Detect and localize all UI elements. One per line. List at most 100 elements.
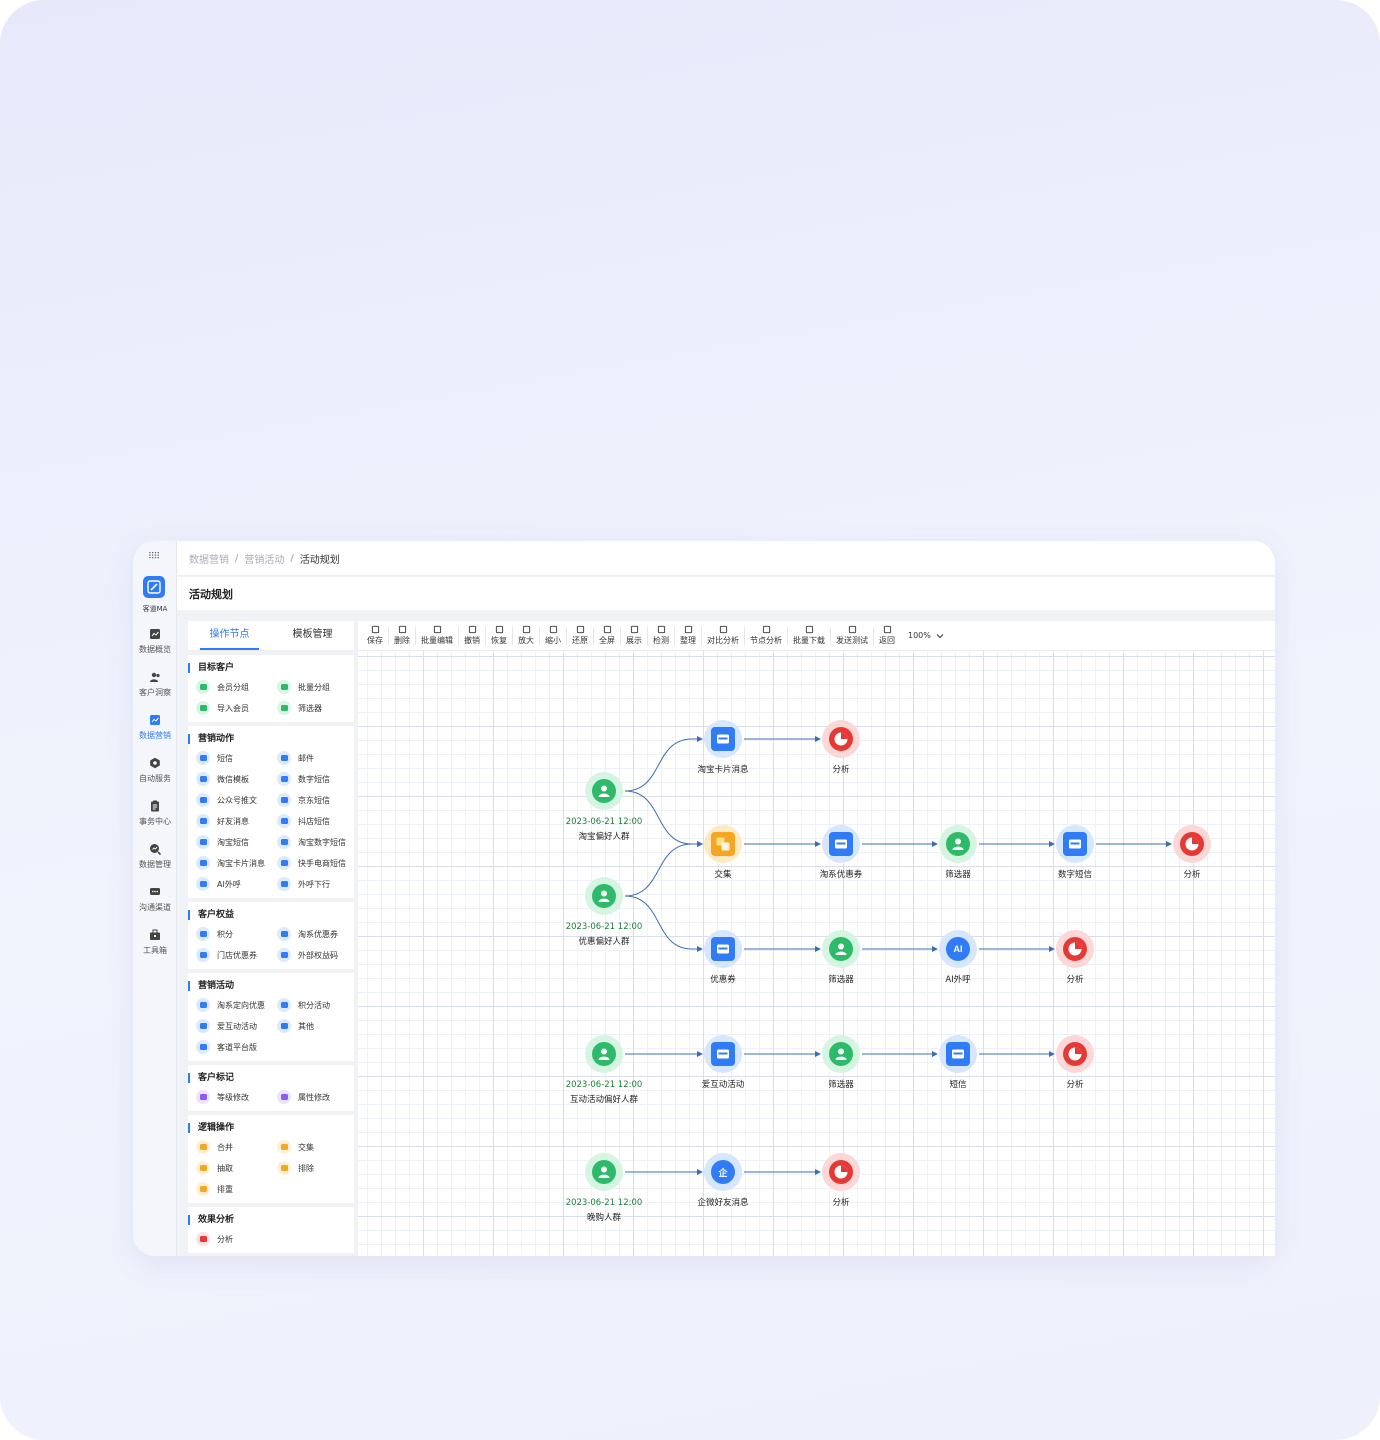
panel-node-item[interactable]: 其他 xyxy=(277,1018,354,1034)
panel-node-item[interactable]: 数字短信 xyxy=(277,771,354,787)
panel-node-item[interactable]: 筛选器 xyxy=(277,700,354,716)
panel-node-item[interactable]: 淘系优惠券 xyxy=(277,926,354,942)
panel-node-item[interactable]: 客道平台版 xyxy=(196,1039,277,1055)
toolbar-button[interactable]: 整理 xyxy=(675,625,701,646)
toolbar-button[interactable]: 对比分析 xyxy=(702,625,744,646)
nav-item-data-overview[interactable]: 数据概览 xyxy=(133,628,177,655)
nav-item-customer-insight[interactable]: 客户洞察 xyxy=(133,671,177,698)
flow-node-group[interactable]: 2023-06-21 12:00 淘宝偏好人群 xyxy=(559,772,649,842)
panel-node-item[interactable]: 会员分组 xyxy=(196,679,277,695)
panel-node-item[interactable]: 外呼下行 xyxy=(277,876,354,892)
toolbar-button[interactable]: 发送测试 xyxy=(831,625,873,646)
toolbar-button[interactable]: 撤销 xyxy=(459,625,485,646)
panel-node-item[interactable]: AI外呼 xyxy=(196,876,277,892)
panel-node-item[interactable]: 积分 xyxy=(196,926,277,942)
reset-icon xyxy=(576,625,584,634)
nav-item-affairs-center[interactable]: 事务中心 xyxy=(133,800,177,827)
panel-node-item[interactable]: 公众号推文 xyxy=(196,792,277,808)
nav-item-channels[interactable]: 沟通渠道 xyxy=(133,886,177,913)
panel-node-item[interactable]: 好友消息 xyxy=(196,813,277,829)
apps-grid-icon[interactable]: ⠿⠿ xyxy=(148,552,160,562)
flow-node-analysis[interactable]: 分析 xyxy=(796,720,886,775)
nav-item-data-marketing[interactable]: 数据营销 xyxy=(133,714,177,741)
panel-node-item[interactable]: 淘宝短信 xyxy=(196,834,277,850)
breadcrumb-item-campaigns[interactable]: 营销活动 xyxy=(244,551,284,566)
flow-node-action[interactable]: 淘系优惠券 xyxy=(796,825,886,880)
toolbar-button[interactable]: 展示 xyxy=(621,625,647,646)
panel-node-item[interactable]: 微信模板 xyxy=(196,771,277,787)
toolbar-button[interactable]: 批量下载 xyxy=(788,625,830,646)
panel-node-item[interactable]: 导入会员 xyxy=(196,700,277,716)
toolbar-button[interactable]: 缩小 xyxy=(540,625,566,646)
nav-item-label: 事务中心 xyxy=(139,817,171,826)
flow-node-action[interactable]: 企企微好友消息 xyxy=(678,1153,768,1208)
flow-node-action[interactable]: 淘宝卡片消息 xyxy=(678,720,768,775)
toolbar-button[interactable]: 还原 xyxy=(567,625,593,646)
toolbar-button[interactable]: 恢复 xyxy=(486,625,512,646)
toolbar-button[interactable]: 保存 xyxy=(362,625,388,646)
flow-node-action[interactable]: 优惠券 xyxy=(678,930,768,985)
panel-node-item[interactable]: 淘系定向优惠 xyxy=(196,997,277,1013)
panel-node-item[interactable]: 分析 xyxy=(196,1231,277,1247)
panel-node-item[interactable]: 合并 xyxy=(196,1139,277,1155)
nav-item-data-management[interactable]: 数据管理 xyxy=(133,843,177,870)
toolbar-button[interactable]: 全屏 xyxy=(594,625,620,646)
panel-node-item[interactable]: 排重 xyxy=(196,1181,277,1197)
panel-node-item[interactable]: 属性修改 xyxy=(277,1089,354,1105)
toolbar-button-label: 整理 xyxy=(680,636,696,645)
panel-node-item[interactable]: 排除 xyxy=(277,1160,354,1176)
flow-node-group[interactable]: 2023-06-21 12:00 优惠偏好人群 xyxy=(559,877,649,947)
flow-node-action[interactable]: AI AI外呼 xyxy=(913,930,1003,985)
flow-node-filter[interactable]: 筛选器 xyxy=(796,1035,886,1090)
panel-node-item[interactable]: 抖店短信 xyxy=(277,813,354,829)
flow-node-analysis[interactable]: 分析 xyxy=(1147,825,1237,880)
filter-person-icon xyxy=(822,1035,860,1073)
flow-node-group[interactable]: 2023-06-21 12:00 互动活动偏好人群 xyxy=(559,1035,649,1105)
flow-node-analysis[interactable]: 分析 xyxy=(1030,930,1120,985)
panel-node-item[interactable]: 短信 xyxy=(196,750,277,766)
toolbar-button[interactable]: 返回 xyxy=(874,625,900,646)
panel-node-item[interactable]: 快手电商短信 xyxy=(277,855,354,871)
panel-node-item[interactable]: 等级修改 xyxy=(196,1089,277,1105)
node-label: 筛选器 xyxy=(945,870,971,880)
panel-section: 客户权益 积分 淘系优惠券 门店优惠券 外部权益码 xyxy=(188,902,354,969)
flow-node-action[interactable]: 爱互动活动 xyxy=(678,1035,768,1090)
toolbar-button[interactable]: 批量编辑 xyxy=(416,625,458,646)
toolbar-button[interactable]: 检测 xyxy=(648,625,674,646)
breadcrumb-separator: / xyxy=(235,552,239,564)
flow-node-analysis[interactable]: 分析 xyxy=(796,1153,886,1208)
flow-node-logic[interactable]: 交集 xyxy=(678,825,768,880)
panel-node-item[interactable]: 淘宝数字短信 xyxy=(277,834,354,850)
flow-node-filter[interactable]: 筛选器 xyxy=(913,825,1003,880)
toolbar-button[interactable]: 删除 xyxy=(389,625,415,646)
flow-node-action[interactable]: 数字短信 xyxy=(1030,825,1120,880)
panel-node-label: 合并 xyxy=(217,1142,233,1152)
panel-node-label: 属性修改 xyxy=(298,1092,330,1102)
panel-node-item[interactable]: 批量分组 xyxy=(277,679,354,695)
panel-node-item[interactable]: 外部权益码 xyxy=(277,947,354,963)
flow-node-filter[interactable]: 筛选器 xyxy=(796,930,886,985)
tab-template-management[interactable]: 模板管理 xyxy=(271,621,354,650)
toolbar-button[interactable]: 节点分析 xyxy=(745,625,787,646)
flow-node-action[interactable]: 短信 xyxy=(913,1035,1003,1090)
back-icon xyxy=(883,625,891,634)
logo-icon[interactable] xyxy=(143,576,165,598)
nav-item-toolbox[interactable]: 工具箱 xyxy=(133,929,177,956)
panel-node-item[interactable]: 交集 xyxy=(277,1139,354,1155)
panel-node-item[interactable]: 爱互动活动 xyxy=(196,1018,277,1034)
panel-node-item[interactable]: 抽取 xyxy=(196,1160,277,1176)
panel-node-item[interactable]: 积分活动 xyxy=(277,997,354,1013)
flow-node-group[interactable]: 2023-06-21 12:00 晚购人群 xyxy=(559,1153,649,1223)
panel-node-item[interactable]: 京东短信 xyxy=(277,792,354,808)
toolbar-button-label: 撤销 xyxy=(464,636,480,645)
nav-item-auto-service[interactable]: 自动服务 xyxy=(133,757,177,784)
tab-operation-nodes[interactable]: 操作节点 xyxy=(188,621,271,650)
panel-node-item[interactable]: 淘宝卡片消息 xyxy=(196,855,277,871)
node-badge: AI xyxy=(953,944,963,954)
panel-node-item[interactable]: 门店优惠券 xyxy=(196,947,277,963)
toolbar-button[interactable]: 放大 xyxy=(513,625,539,646)
panel-node-item[interactable]: 邮件 xyxy=(277,750,354,766)
flow-node-analysis[interactable]: 分析 xyxy=(1030,1035,1120,1090)
zoom-select[interactable]: 100% xyxy=(908,631,945,640)
breadcrumb-item-data-marketing[interactable]: 数据营销 xyxy=(189,551,229,566)
